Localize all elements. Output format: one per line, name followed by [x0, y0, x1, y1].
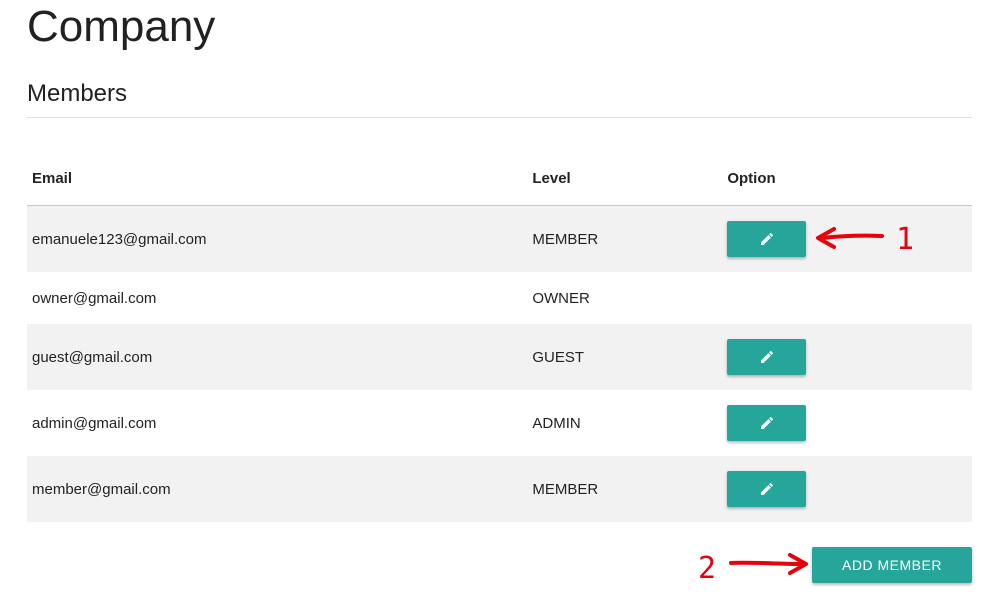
annotation-label-1: 1 [896, 222, 915, 257]
edit-member-button[interactable] [727, 405, 807, 441]
member-email: guest@gmail.com [27, 324, 528, 390]
table-row: member@gmail.com MEMBER [27, 456, 972, 522]
member-email: emanuele123@gmail.com [27, 205, 528, 272]
member-level: ADMIN [532, 414, 581, 432]
member-level: MEMBER [527, 205, 723, 272]
member-level: OWNER [532, 289, 590, 307]
edit-member-button[interactable] [727, 339, 807, 375]
section-title: Members [27, 80, 128, 107]
table-row: owner@gmail.com OWNER [27, 272, 972, 324]
member-email: member@gmail.com [27, 456, 528, 522]
column-header-option: Option [722, 152, 972, 206]
member-email: owner@gmail.com [32, 289, 157, 307]
table-row: guest@gmail.com GUEST [27, 324, 972, 390]
table-header-row: Email Level Option [27, 152, 972, 206]
page-title: Company [27, 2, 216, 51]
table-row: admin@gmail.com ADMIN [27, 390, 972, 456]
pencil-icon [760, 482, 773, 495]
member-email: admin@gmail.com [32, 414, 157, 432]
pencil-icon [760, 350, 773, 363]
section-divider [27, 117, 972, 118]
member-level: MEMBER [527, 456, 723, 522]
pencil-icon [760, 232, 773, 245]
column-header-email: Email [27, 152, 528, 206]
column-header-level: Level [527, 152, 723, 206]
member-option-cell [722, 456, 972, 522]
pencil-icon [760, 416, 773, 429]
member-option-cell [722, 324, 972, 390]
annotation-arrow-2 [729, 553, 808, 575]
edit-member-button[interactable] [727, 221, 807, 257]
edit-member-button[interactable] [727, 471, 807, 507]
member-option-cell [722, 390, 972, 456]
annotation-arrow-1 [816, 227, 884, 249]
annotation-label-2: 2 [698, 551, 717, 586]
members-table: Email Level Option emanuele123@gmail.com… [27, 152, 972, 522]
member-option-cell [722, 272, 972, 324]
member-level: GUEST [527, 324, 723, 390]
add-member-button[interactable]: ADD MEMBER [812, 547, 972, 583]
